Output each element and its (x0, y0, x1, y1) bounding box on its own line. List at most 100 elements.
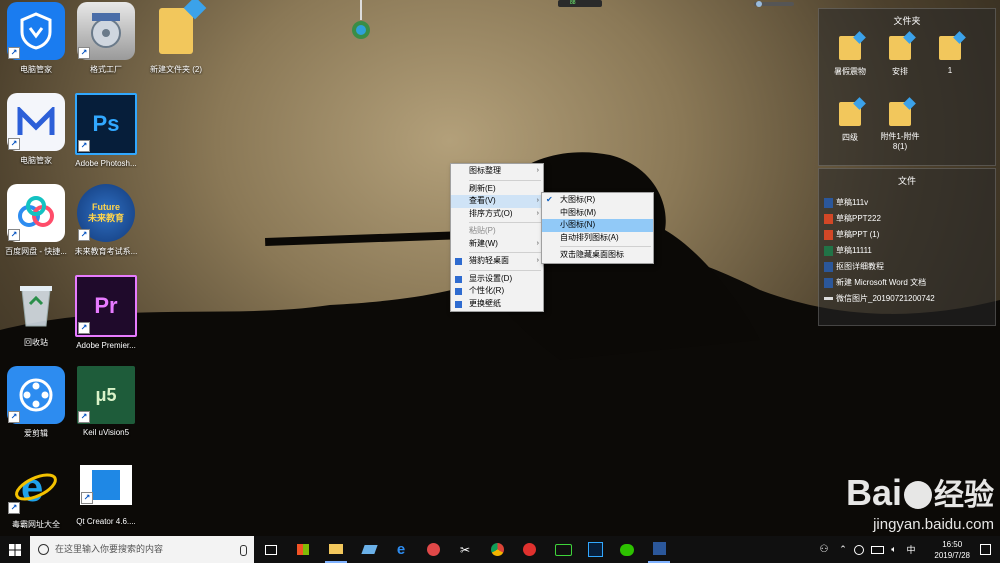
desktop-icon-format-factory[interactable]: ↗ 格式工厂 (70, 2, 142, 88)
chevron-right-icon: › (536, 167, 539, 174)
desktop-icon-qt-creator[interactable]: ↗ Qt Creator 4.6.... (70, 457, 142, 543)
fence-title: 文件夹 (893, 16, 921, 26)
desktop-icon-future-education[interactable]: Future 未来教育 ↗ 未来教育考试系... (70, 184, 142, 270)
music-icon (522, 543, 536, 556)
taskbar-app-3[interactable] (422, 536, 444, 563)
taskbar-edge[interactable]: e (390, 536, 412, 563)
taskbar-clock[interactable]: 16:50 2019/7/28 (934, 539, 970, 561)
fence-folder-item[interactable]: 暑假震物 (827, 36, 873, 77)
svg-text:e: e (21, 466, 43, 509)
shortcut-arrow-icon: ↗ (78, 47, 90, 59)
fence-file-item[interactable]: 新建 Microsoft Word 文档 (824, 276, 926, 290)
menu-item-view[interactable]: 查看(V) › (451, 195, 543, 208)
chrome-icon (490, 543, 504, 556)
desktop-icon-aijianji[interactable]: ↗ 爱剪辑 (0, 366, 72, 452)
ime-indicator[interactable]: 中 (903, 536, 919, 563)
menu-item-refresh[interactable]: 刷新(E) (451, 183, 543, 196)
shortcut-arrow-icon: ↗ (78, 140, 90, 152)
desktop-icon-recycle-bin[interactable]: 回收站 (0, 275, 72, 361)
taskbar-photoshop[interactable] (584, 536, 606, 563)
taskbar-app-snipping[interactable]: ✂ (454, 536, 476, 563)
view-submenu: ✔ 大图标(R) 中图标(M) 小图标(N) 自动排列图标(A) 双击隐藏桌面图标 (541, 192, 654, 264)
fence-file-item[interactable]: 草稿11111 (824, 244, 872, 258)
menu-item-medium-icons[interactable]: 中图标(M) (542, 207, 653, 220)
clock-date: 2019/7/28 (934, 551, 970, 560)
taskbar-iqiyi[interactable] (552, 536, 574, 563)
menu-item-change-wallpaper[interactable]: 更换壁纸 (451, 298, 543, 311)
desktop-icon-label: Keil uVision5 (82, 428, 130, 437)
menu-item-cheetah-desktop[interactable]: 猎豹轻桌面 › (451, 255, 543, 268)
desktop-icon-ie[interactable]: e ↗ 毒霸网址大全 (0, 457, 72, 543)
fence-file-item[interactable]: 草稿PPT (1) (824, 228, 879, 242)
desktop-icon-photoshop[interactable]: Ps ↗ Adobe Photosh... (70, 93, 142, 179)
desktop-icon-premiere[interactable]: Pr ↗ Adobe Premier... (70, 275, 142, 361)
menu-item-sort[interactable]: 排序方式(O) › (451, 208, 543, 221)
menu-item-auto-arrange[interactable]: 自动排列图标(A) (542, 232, 653, 245)
film-reel-icon: ↗ (7, 366, 65, 424)
taskbar-app-cheetah[interactable] (358, 536, 380, 563)
keil-icon-text: μ5 (95, 384, 117, 405)
menu-item-double-click-hide[interactable]: 双击隐藏桌面图标 (542, 249, 653, 262)
folder-label: 1 (947, 66, 953, 75)
task-view-button[interactable] (260, 536, 282, 563)
battery-indicator[interactable] (869, 536, 885, 563)
fence-file-item[interactable]: 抠图详细教程 (824, 260, 884, 274)
premiere-icon-text: Pr (94, 293, 118, 318)
ime-label: 中 (906, 545, 916, 555)
shield-icon: ↗ (7, 2, 65, 60)
notification-icon (979, 544, 991, 555)
menu-item-personalize[interactable]: 个性化(R) (451, 285, 543, 298)
battery-icon (870, 545, 884, 554)
fence-folder-item[interactable]: 四级 (827, 102, 873, 143)
volume-indicator[interactable]: 🔈︎ (887, 536, 901, 563)
windows-logo-icon (9, 543, 21, 556)
fence-folder-item[interactable]: 附件1-附件8(1) (877, 102, 923, 152)
scissors-icon: ✂ (459, 542, 471, 557)
desktop-icon-new-folder[interactable]: 新建文件夹 (2) (140, 0, 212, 88)
menu-item-label: 排序方式(O) (469, 208, 513, 218)
menu-item-new[interactable]: 新建(W) › (451, 238, 543, 251)
taskbar-word[interactable] (648, 536, 670, 563)
taskbar-search-box[interactable]: 在这里输入你要搜索的内容 (30, 536, 254, 563)
microphone-icon (240, 545, 247, 556)
menu-item-small-icons[interactable]: 小图标(N) (542, 219, 653, 232)
fence-file-item[interactable]: 微信图片_20190721200742 (824, 292, 935, 306)
people-button[interactable]: ⚇ (816, 536, 832, 563)
folder-label: 安排 (892, 67, 908, 76)
file-label: 草稿111v (836, 198, 869, 207)
desktop-icon-label: 百度网盘 - 快捷... (5, 247, 67, 256)
speaker-icon: 🔈︎ (891, 544, 897, 554)
desktop-icon-baidu-netdisk[interactable]: ↗ 百度网盘 - 快捷... (0, 184, 72, 270)
fence-file-item[interactable]: 草稿111v (824, 196, 868, 210)
check-icon: ✔ (546, 195, 553, 204)
show-hidden-icons-button[interactable]: ⌃ (836, 536, 850, 563)
taskbar-netease-music[interactable] (518, 536, 540, 563)
fence-title: 文件 (897, 176, 916, 186)
fence-folder-item[interactable]: 1 (927, 36, 973, 75)
fence-file-item[interactable]: 草稿PPT222 (824, 212, 881, 226)
notifications-button[interactable] (976, 536, 994, 563)
desktop-icon-pc-manager-2[interactable]: ↗ 电脑管家 (0, 93, 72, 179)
taskbar-wechat[interactable] (616, 536, 638, 563)
start-button[interactable] (0, 536, 30, 563)
shortcut-arrow-icon: ↗ (81, 492, 93, 504)
desktop-icon-label: 未来教育考试系... (74, 247, 138, 256)
desktop-icon-keil[interactable]: μ5 ↗ Keil uVision5 (70, 366, 142, 452)
menu-item-icon-arrange[interactable]: 图标整理 › (451, 165, 543, 178)
taskbar-file-explorer[interactable] (325, 536, 347, 563)
desktop-icon-pc-manager[interactable]: ↗ 电脑管家 (0, 2, 72, 88)
file-label: 微信图片_20190721200742 (836, 294, 935, 303)
taskbar-chrome[interactable] (486, 536, 508, 563)
menu-item-label: 个性化(R) (469, 286, 505, 295)
photoshop-icon (587, 542, 603, 557)
menu-item-paste[interactable]: 粘贴(P) (451, 225, 543, 238)
fence-folder-item[interactable]: 安排 (877, 36, 923, 77)
shortcut-arrow-icon: ↗ (78, 411, 90, 423)
menu-item-display-settings[interactable]: 显示设置(D) (451, 273, 543, 286)
taskbar-app-store[interactable] (292, 536, 314, 563)
folder-icon (889, 102, 911, 126)
future-education-icon-text: Future 未来教育 (87, 202, 124, 223)
menu-item-large-icons[interactable]: ✔ 大图标(R) (542, 194, 653, 207)
tray-app-icon[interactable] (852, 536, 866, 563)
cheetah-desktop-icon (455, 258, 462, 265)
